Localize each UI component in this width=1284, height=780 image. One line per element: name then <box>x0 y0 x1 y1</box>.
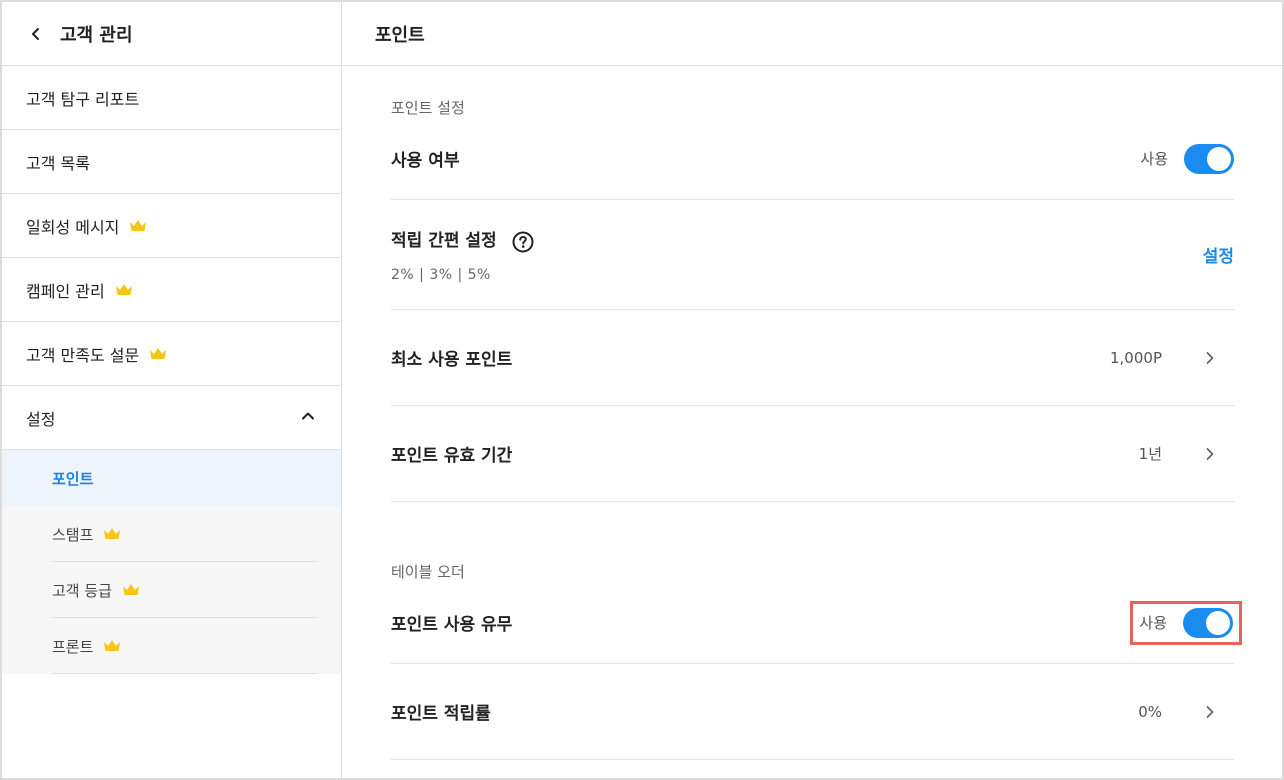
sidebar-subitem-label: 포인트 <box>52 469 94 488</box>
sidebar-item-label: 고객 목록 <box>26 153 90 173</box>
page-title: 포인트 <box>343 2 1282 66</box>
accrual-rate-right: 0% <box>1138 702 1234 722</box>
usage-toggle-group: 사용 <box>1134 140 1240 178</box>
chevron-right-icon[interactable] <box>1200 444 1220 464</box>
validity-right: 1년 <box>1139 443 1234 464</box>
chevron-up-icon[interactable] <box>301 408 315 427</box>
crown-icon <box>115 283 133 297</box>
settings-sub-list: 포인트 스탬프 고객 등급 프론트 <box>2 450 341 674</box>
toggle-knob <box>1206 610 1230 635</box>
crown-icon <box>103 639 121 653</box>
crown-icon <box>122 583 140 597</box>
section-label-table-order: 테이블 오더 <box>391 563 465 581</box>
sidebar: 고객 관리 고객 탐구 리포트 고객 목록 일회성 메시지 캠페인 관리 고객 … <box>2 2 342 778</box>
sidebar-item-label: 고객 만족도 설문 <box>26 345 140 365</box>
sidebar-subitem-customer-grade[interactable]: 고객 등급 <box>2 562 341 618</box>
validity-value: 1년 <box>1138 445 1162 463</box>
sidebar-item-satisfaction-survey[interactable]: 고객 만족도 설문 <box>2 322 341 386</box>
sidebar-title: 고객 관리 <box>60 24 133 46</box>
sidebar-item-customer-list[interactable]: 고객 목록 <box>2 130 341 194</box>
row-quick-accrual: 적립 간편 설정 2% | 3% | 5% 설정 <box>391 200 1234 310</box>
row-usage: 사용 여부 사용 <box>391 118 1234 200</box>
crown-icon <box>149 347 167 361</box>
sidebar-group-label: 설정 <box>26 409 56 429</box>
row-title-accrual-rate: 포인트 적립률 <box>391 704 491 724</box>
sidebar-subitem-front[interactable]: 프론트 <box>2 618 341 674</box>
toggle-label: 사용 <box>1139 614 1167 632</box>
row-title-quick-accrual: 적립 간편 설정 <box>391 231 497 252</box>
row-title-point-usage: 포인트 사용 유무 <box>391 615 513 635</box>
sidebar-item-label: 일회성 메시지 <box>26 217 120 237</box>
quick-accrual-settings-link[interactable]: 설정 <box>1203 242 1234 267</box>
toggle-knob <box>1207 146 1231 171</box>
main-panel: 포인트 포인트 설정 사용 여부 사용 적립 간편 설정 2% | 3% | 5… <box>343 2 1282 778</box>
usage-toggle[interactable] <box>1184 143 1234 174</box>
row-title-usage: 사용 여부 <box>391 151 460 171</box>
toggle-label: 사용 <box>1140 150 1168 168</box>
row-title-min-use: 최소 사용 포인트 <box>391 350 513 370</box>
app-frame: 고객 관리 고객 탐구 리포트 고객 목록 일회성 메시지 캠페인 관리 고객 … <box>0 0 1284 780</box>
row-min-use-points[interactable]: 최소 사용 포인트 1,000P <box>391 310 1234 406</box>
sidebar-item-one-time-message[interactable]: 일회성 메시지 <box>2 194 341 258</box>
row-validity[interactable]: 포인트 유효 기간 1년 <box>391 406 1234 502</box>
row-accrual-rate[interactable]: 포인트 적립률 0% <box>391 664 1234 760</box>
point-usage-toggle[interactable] <box>1183 607 1233 638</box>
min-use-right: 1,000P <box>1110 348 1234 368</box>
sidebar-subitem-label: 고객 등급 <box>52 581 112 600</box>
row-title-validity: 포인트 유효 기간 <box>391 446 513 466</box>
help-circle-icon[interactable] <box>512 231 534 253</box>
sidebar-subitem-label: 프론트 <box>52 637 94 656</box>
min-use-value: 1,000P <box>1110 348 1162 367</box>
chevron-right-icon[interactable] <box>1200 702 1220 722</box>
section-label-point-settings: 포인트 설정 <box>391 99 465 117</box>
sidebar-subitem-stamp[interactable]: 스탬프 <box>2 506 341 562</box>
point-usage-toggle-group: 사용 <box>1130 600 1242 645</box>
sidebar-item-label: 고객 탐구 리포트 <box>26 89 140 109</box>
sidebar-subitem-label: 스탬프 <box>52 525 94 544</box>
back-chevron-icon[interactable] <box>26 24 46 44</box>
sidebar-header: 고객 관리 <box>2 2 341 66</box>
sidebar-item-label: 캠페인 관리 <box>26 281 105 301</box>
sidebar-group-settings[interactable]: 설정 <box>2 386 341 450</box>
sidebar-item-campaign[interactable]: 캠페인 관리 <box>2 258 341 322</box>
sidebar-item-customer-report[interactable]: 고객 탐구 리포트 <box>2 66 341 130</box>
quick-accrual-info: 적립 간편 설정 2% | 3% | 5% <box>391 226 534 283</box>
accrual-rate-value: 0% <box>1138 702 1162 721</box>
row-point-usage: 포인트 사용 유무 사용 <box>391 582 1242 664</box>
settings-content: 포인트 설정 사용 여부 사용 적립 간편 설정 2% | 3% | 5% 설정… <box>391 66 1242 760</box>
sidebar-subitem-point[interactable]: 포인트 <box>2 450 341 506</box>
accrual-rates: 2% | 3% | 5% <box>391 266 491 283</box>
chevron-right-icon[interactable] <box>1200 348 1220 368</box>
crown-icon <box>129 219 147 233</box>
crown-icon <box>103 527 121 541</box>
